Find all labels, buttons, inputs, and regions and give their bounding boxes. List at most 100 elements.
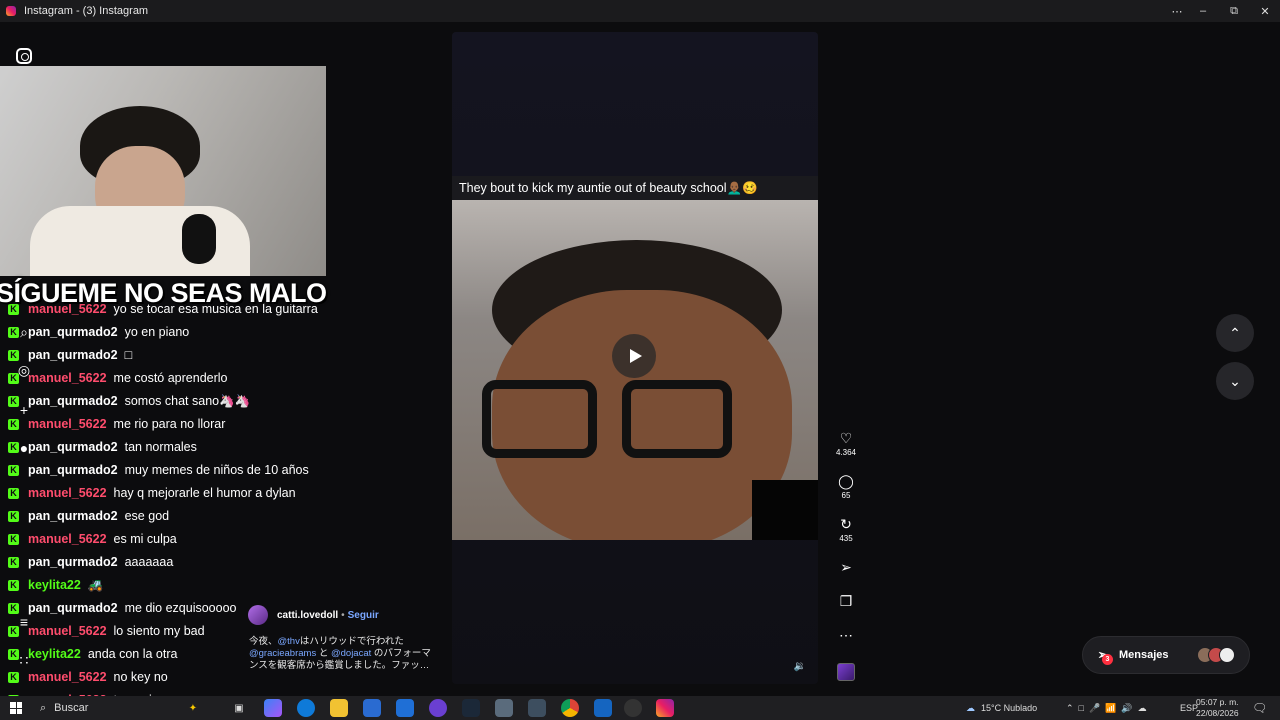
chat-username[interactable]: manuel_5622 xyxy=(28,670,107,684)
chat-text: muy memes de niños de 10 años xyxy=(124,463,309,477)
start-button[interactable] xyxy=(10,702,22,714)
chat-username[interactable]: keylita22 xyxy=(28,647,81,661)
message-avatars xyxy=(1197,647,1235,663)
chat-message: Kmanuel_5622 no key no xyxy=(8,667,168,687)
chat-username[interactable]: pan_qurmado2 xyxy=(28,325,118,339)
author-name[interactable]: catti.lovedoll xyxy=(277,610,338,621)
mention-link[interactable]: @gracieabrams xyxy=(249,648,316,659)
time: 05:07 p. m. xyxy=(1196,697,1239,707)
mail-icon[interactable] xyxy=(396,699,414,717)
explore-icon[interactable]: ◎ xyxy=(16,362,32,378)
microphone-icon xyxy=(182,214,216,264)
reel-player[interactable]: They bout to kick my auntie out of beaut… xyxy=(452,32,818,684)
chat-message: Kpan_qurmado2 yo en piano xyxy=(8,322,189,342)
copilot-icon[interactable] xyxy=(264,699,282,717)
notifications-icon[interactable]: 🗨 xyxy=(1252,696,1267,720)
steam-icon[interactable] xyxy=(462,699,480,717)
chat-username[interactable]: pan_qurmado2 xyxy=(28,463,118,477)
send-icon[interactable]: ➢ xyxy=(838,559,854,575)
save-action[interactable]: ❐ xyxy=(834,593,858,609)
kick-badge-icon: K xyxy=(8,533,19,545)
more-action[interactable]: ⋯ xyxy=(834,627,858,643)
app-icon[interactable] xyxy=(495,699,513,717)
instagram-logo-icon[interactable] xyxy=(16,48,32,64)
mention-link[interactable]: @dojacat xyxy=(331,648,371,659)
cloud-icon: ☁ xyxy=(966,702,975,713)
chat-username[interactable]: manuel_5622 xyxy=(28,486,107,500)
repost-action[interactable]: ↻ 435 xyxy=(834,516,858,544)
play-button[interactable] xyxy=(612,334,656,378)
task-view-icon[interactable]: ▣ xyxy=(230,699,248,717)
instagram-taskbar-icon[interactable] xyxy=(656,699,674,717)
previous-reel-button[interactable]: ⌃ xyxy=(1216,314,1254,352)
tray-icons[interactable]: ⌃ □ 🎤 📶 🔊 ☁ xyxy=(1066,696,1147,720)
clock[interactable]: 05:07 p. m. 22/08/2026 xyxy=(1196,697,1239,719)
chat-message: Kmanuel_5622 me costó aprenderlo xyxy=(8,368,227,388)
chat-username[interactable]: pan_qurmado2 xyxy=(28,394,118,408)
heart-icon[interactable]: ♡ xyxy=(838,430,854,446)
post-description: 今夜、@thvはハリウッドで行われた @gracieabrams と @doja… xyxy=(249,636,439,672)
chat-username[interactable]: pan_qurmado2 xyxy=(28,509,118,523)
chat-username[interactable]: pan_qurmado2 xyxy=(28,555,118,569)
app-icon[interactable] xyxy=(594,699,612,717)
kick-badge-icon: K xyxy=(8,464,19,476)
more-apps-icon[interactable]: ∷ xyxy=(16,652,32,668)
like-count: 4.364 xyxy=(835,448,857,457)
chat-username[interactable]: manuel_5622 xyxy=(28,532,107,546)
chat-username[interactable]: manuel_5622 xyxy=(28,371,107,385)
repost-icon[interactable]: ↻ xyxy=(838,516,854,532)
comment-icon[interactable]: ◯ xyxy=(838,473,854,489)
minimize-button[interactable]: – xyxy=(1188,0,1218,22)
chat-username[interactable]: pan_qurmado2 xyxy=(28,601,118,615)
next-reel-button[interactable]: ⌄ xyxy=(1216,362,1254,400)
share-action[interactable]: ➢ xyxy=(834,559,858,575)
close-button[interactable]: ✕ xyxy=(1250,0,1280,22)
more-icon[interactable]: ⋯ xyxy=(838,627,854,643)
menu-icon[interactable]: ≡ xyxy=(16,614,32,630)
discord-icon[interactable] xyxy=(429,699,447,717)
chat-message: Kmanuel_5622 es mi culpa xyxy=(8,529,177,549)
chat-message: Kpan_qurmado2 tan normales xyxy=(8,437,197,457)
chat-username[interactable]: manuel_5622 xyxy=(28,417,107,431)
maximize-button[interactable]: ⧉ xyxy=(1219,0,1249,22)
app-icon[interactable] xyxy=(528,699,546,717)
chat-username[interactable]: manuel_5622 xyxy=(28,624,107,638)
window-title: Instagram - (3) Instagram xyxy=(24,5,149,17)
chat-message: Kpan_qurmado2 ese god xyxy=(8,506,169,526)
chat-text: □ xyxy=(124,348,133,362)
chat-text: es mi culpa xyxy=(113,532,177,546)
chat-text: tan normales xyxy=(124,440,197,454)
search-icon[interactable]: ⌕ xyxy=(16,324,32,340)
chat-username[interactable]: keylita22 xyxy=(28,578,81,592)
file-explorer-icon[interactable] xyxy=(330,699,348,717)
chat-message: Kpan_qurmado2 aaaaaaa xyxy=(8,552,173,572)
bookmark-icon[interactable]: ❐ xyxy=(838,593,854,609)
obs-icon[interactable] xyxy=(624,699,642,717)
instagram-app-icon xyxy=(6,6,16,16)
chat-username[interactable]: pan_qurmado2 xyxy=(28,348,118,362)
weather-widget[interactable]: ☁ 15°C Nublado xyxy=(966,696,1037,720)
like-action[interactable]: ♡ 4.364 xyxy=(834,430,858,458)
mention-link[interactable]: @thv xyxy=(278,636,300,647)
desc-text: はハリウッドで行われた xyxy=(299,636,404,647)
chrome-icon[interactable] xyxy=(561,699,579,717)
chat-username[interactable]: pan_qurmado2 xyxy=(28,440,118,454)
copilot-sparkle-icon[interactable]: ✦ xyxy=(184,699,202,717)
mute-icon[interactable]: 🔉 xyxy=(794,661,806,672)
audio-thumbnail[interactable] xyxy=(837,663,855,681)
edge-icon[interactable] xyxy=(297,699,315,717)
comment-count: 65 xyxy=(841,491,851,500)
chat-message: Kpan_qurmado2 me dio ezquisooooo xyxy=(8,598,237,618)
chat-message: Kkeylita22 anda con la otra xyxy=(8,644,177,664)
create-icon[interactable]: + xyxy=(16,402,32,418)
follow-button[interactable]: Seguir xyxy=(348,610,379,621)
chat-text: no key no xyxy=(113,670,168,684)
chat-message: Kpan_qurmado2 somos chat sano🦄🦄 xyxy=(8,391,250,411)
comment-action[interactable]: ◯ 65 xyxy=(834,473,858,501)
chat-message: Kmanuel_5622 hay q mejorarle el humor a d… xyxy=(8,483,296,503)
avatar xyxy=(1219,647,1235,663)
messages-button[interactable]: ➢3 Mensajes xyxy=(1082,636,1250,674)
store-icon[interactable] xyxy=(363,699,381,717)
profile-icon[interactable]: ● xyxy=(16,440,32,456)
author-avatar[interactable] xyxy=(248,605,268,625)
